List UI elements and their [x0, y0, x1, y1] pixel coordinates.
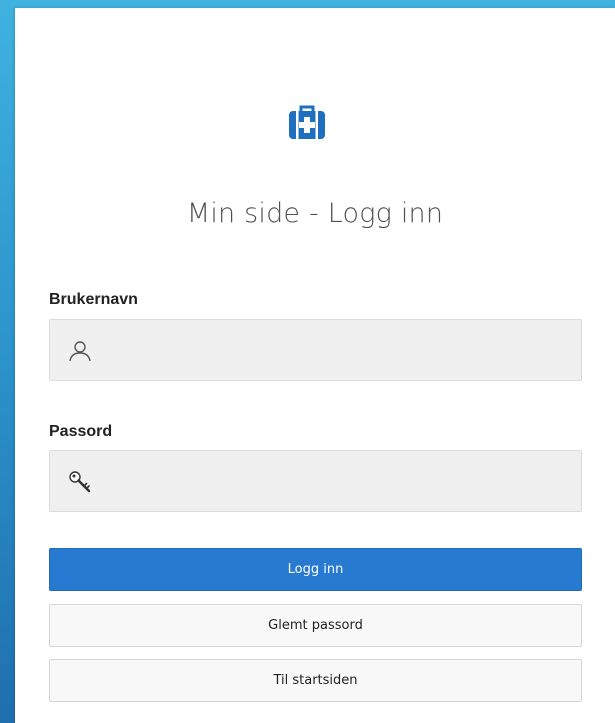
forgot-password-button[interactable]: Glemt passord [49, 604, 582, 647]
password-field[interactable] [49, 450, 582, 512]
password-input[interactable] [106, 451, 566, 511]
medical-kit-icon [289, 105, 325, 139]
username-field[interactable] [49, 319, 582, 381]
username-label: Brukernavn [49, 291, 138, 308]
home-button[interactable]: Til startsiden [49, 659, 582, 702]
username-input[interactable] [106, 320, 566, 380]
user-icon [69, 341, 91, 362]
login-button[interactable]: Logg inn [49, 548, 582, 591]
page-title: Min side - Logg inn [186, 198, 444, 229]
login-card: Min side - Logg inn Brukernavn Passord L… [15, 8, 615, 723]
password-label: Passord [49, 423, 113, 440]
key-icon [69, 471, 91, 493]
